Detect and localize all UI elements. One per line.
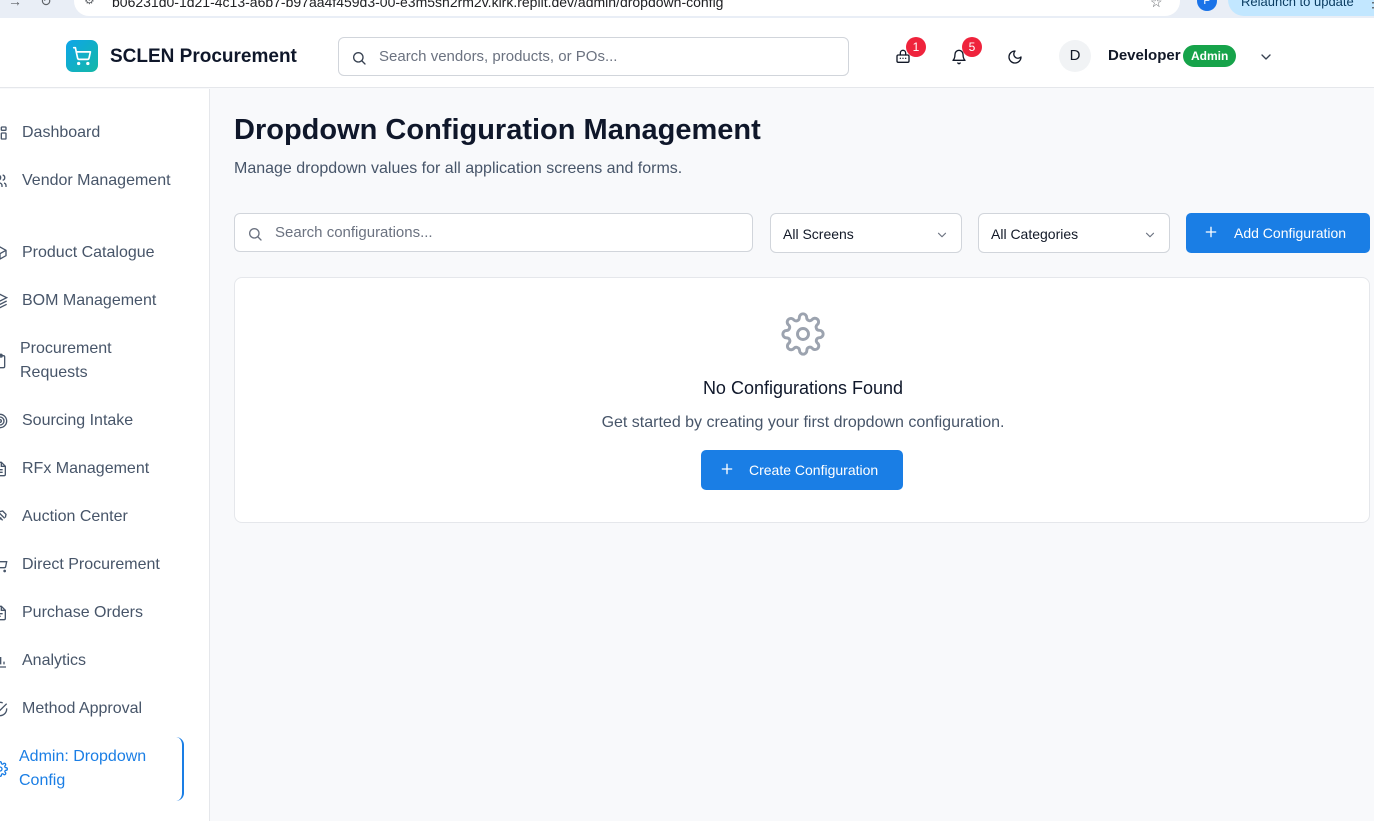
theme-toggle[interactable]: [1005, 47, 1025, 67]
settings-icon: [0, 761, 8, 777]
relaunch-button[interactable]: Relaunch to update: [1228, 0, 1374, 16]
check-circle-icon: [0, 701, 8, 717]
sidebar-item-direct-procurement[interactable]: Direct Procurement: [0, 553, 184, 577]
site-info-icon[interactable]: ⚙: [84, 0, 95, 7]
sidebar-item-label: Direct Procurement: [22, 556, 160, 573]
sidebar-item-label: Dashboard: [22, 124, 101, 141]
app-title: SCLEN Procurement: [110, 46, 297, 67]
file-icon: [0, 605, 6, 621]
bookmark-star-icon[interactable]: ☆: [1150, 0, 1163, 11]
notification-badge: 5: [962, 37, 982, 57]
role-badge: Admin: [1183, 45, 1237, 67]
sidebar-item-analytics[interactable]: Analytics: [0, 649, 184, 673]
search-icon: [353, 52, 366, 65]
browser-menu-icon[interactable]: ⋮: [1366, 0, 1374, 11]
config-search-input[interactable]: [275, 214, 745, 251]
screen-filter-value: All Screens: [783, 226, 854, 242]
sidebar-item-label: Analytics: [22, 652, 87, 669]
add-configuration-label: Add Configuration: [1234, 225, 1347, 241]
chevron-down-icon: [937, 232, 947, 238]
sidebar-item-label: Vendor Management: [22, 172, 171, 189]
page-subtitle: Manage dropdown values for all applicati…: [234, 160, 683, 177]
sidebar-item-label: RFx Management: [22, 460, 150, 477]
category-filter-select[interactable]: All Categories: [978, 213, 1170, 253]
sidebar-item-label: Method Approval: [22, 700, 143, 717]
settings-icon: [781, 312, 825, 356]
sidebar-item-bom-management[interactable]: BOM Management: [0, 289, 184, 313]
chevron-down-icon[interactable]: [1258, 49, 1274, 65]
category-filter-value: All Categories: [991, 226, 1079, 242]
plus-icon: [1205, 226, 1217, 238]
create-configuration-button[interactable]: Create Configuration: [701, 450, 903, 490]
bar-chart-icon: [0, 657, 6, 668]
package-icon: [0, 246, 7, 260]
profile-avatar[interactable]: P: [1197, 0, 1217, 11]
user-name: Developer: [1108, 47, 1181, 64]
global-search[interactable]: [338, 37, 849, 76]
notifications-button[interactable]: 5: [949, 37, 982, 67]
cart-logo-icon: [72, 46, 92, 66]
logo: [66, 40, 98, 72]
search-icon: [249, 228, 262, 241]
file-text-icon: [0, 461, 6, 477]
cart-button[interactable]: 1: [893, 37, 926, 67]
browser-toolbar: → ↻ ⚙ b06231d0-1d21-4c13-a6b7-b97aa4f459…: [0, 0, 1374, 18]
sidebar-item-method-approval[interactable]: Method Approval: [0, 697, 184, 721]
empty-state-description: Get started by creating your first dropd…: [601, 414, 1005, 431]
sidebar-item-sourcing-intake[interactable]: Sourcing Intake: [0, 409, 184, 433]
url-text[interactable]: b06231d0-1d21-4c13-a6b7-b97aa4f459d3-00-…: [112, 0, 723, 10]
sidebar-item-admin-dropdown-config[interactable]: Admin: Dropdown Config: [0, 737, 184, 801]
sidebar-item-label: Sourcing Intake: [22, 412, 134, 429]
sidebar-item-purchase-orders[interactable]: Purchase Orders: [0, 601, 184, 625]
clipboard-icon: [0, 353, 6, 369]
sidebar-item-rfx-management[interactable]: RFx Management: [0, 457, 184, 481]
cart-badge: 1: [906, 37, 926, 57]
empty-state-title: No Configurations Found: [702, 378, 904, 398]
create-configuration-label: Create Configuration: [749, 462, 879, 478]
sidebar: Dashboard Vendor Management Product Cata…: [0, 89, 210, 821]
sidebar-item-vendor-management[interactable]: Vendor Management: [0, 169, 184, 217]
chevron-down-icon: [1145, 232, 1155, 238]
sidebar-item-label: Admin: Dropdown Config: [19, 748, 147, 789]
user-avatar[interactable]: D: [1059, 40, 1091, 72]
add-configuration-button[interactable]: Add Configuration: [1186, 213, 1370, 253]
sidebar-item-procurement-requests[interactable]: Procurement Requests: [0, 337, 184, 385]
reload-icon[interactable]: ↻: [40, 0, 52, 10]
global-search-input[interactable]: [379, 38, 839, 75]
sidebar-item-label: Purchase Orders: [22, 604, 143, 621]
moon-icon: [1008, 50, 1022, 64]
screen-filter-select[interactable]: All Screens: [770, 213, 962, 253]
users-icon: [0, 174, 7, 187]
layers-icon: [0, 293, 8, 309]
page-title: Dropdown Configuration Management: [234, 114, 761, 146]
plus-icon: [721, 463, 733, 475]
empty-state-card: No Configurations Found Get started by c…: [234, 277, 1370, 523]
app-header: SCLEN Procurement 1 5 D Developer Admin: [0, 18, 1374, 88]
sidebar-item-auction-center[interactable]: Auction Center: [0, 505, 184, 529]
gavel-icon: [0, 510, 7, 521]
sidebar-item-label: Product Catalogue: [22, 244, 155, 261]
sidebar-item-label: BOM Management: [22, 292, 157, 309]
back-arrow-icon[interactable]: →: [8, 0, 22, 9]
shopping-cart-icon: [0, 561, 8, 573]
target-icon: [0, 413, 8, 429]
sidebar-item-product-catalogue[interactable]: Product Catalogue: [0, 241, 184, 265]
sidebar-item-dashboard[interactable]: Dashboard: [0, 121, 184, 145]
config-search[interactable]: [234, 213, 753, 252]
dashboard-icon: [0, 126, 7, 140]
sidebar-item-label: Procurement Requests: [20, 340, 112, 381]
sidebar-item-label: Auction Center: [22, 508, 128, 525]
